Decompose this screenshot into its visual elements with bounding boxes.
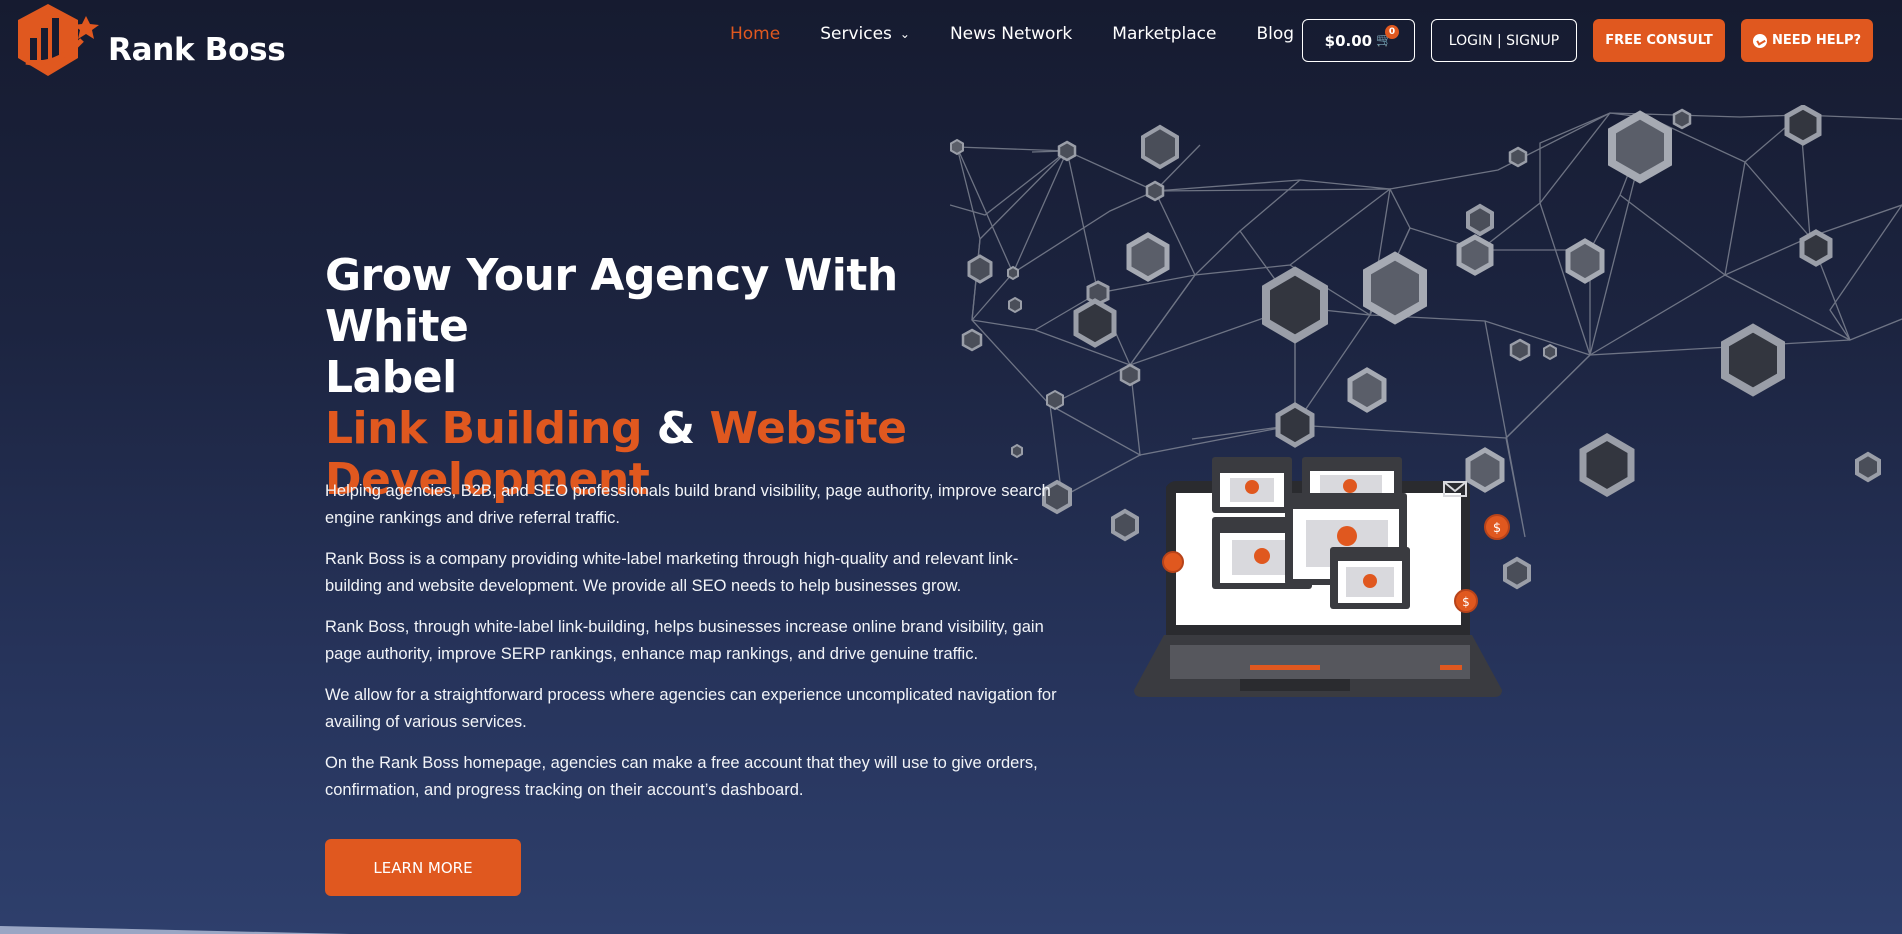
hero-title: Grow Your Agency With White Label Link B…	[325, 250, 1005, 505]
free-consult-label: FREE CONSULT	[1605, 33, 1713, 48]
hero-title-line2: Label	[325, 352, 457, 403]
chevron-down-icon: ⌄	[899, 27, 910, 41]
nav-item-label: Services	[820, 24, 892, 44]
hero-paragraph: On the Rank Boss homepage, agencies can …	[325, 754, 1038, 799]
network-illustration: $ $	[950, 105, 1902, 697]
learn-more-label: LEARN MORE	[373, 858, 473, 877]
messenger-icon	[1752, 33, 1767, 48]
login-signup-button[interactable]: LOGIN | SIGNUP	[1431, 19, 1577, 62]
rank-boss-logo-icon	[18, 4, 99, 76]
nav-item-label: News Network	[949, 24, 1073, 44]
cart-total: $0.00	[1324, 31, 1373, 50]
svg-text:$: $	[1462, 595, 1470, 609]
hero-highlight-link-building: Link Building	[325, 403, 642, 454]
nav-item-marketplace[interactable]: Marketplace	[1112, 24, 1216, 44]
nav-item-blog[interactable]: Blog	[1256, 24, 1294, 44]
main-nav: Home Services ⌄ News Network Marketplace …	[730, 24, 1334, 44]
nav-item-services[interactable]: Services ⌄	[820, 24, 910, 44]
nav-item-home[interactable]: Home	[730, 24, 780, 44]
section-divider	[0, 926, 350, 934]
nav-item-label: Home	[730, 24, 781, 44]
cart-count-badge: 0	[1385, 25, 1399, 39]
need-help-button[interactable]: NEED HELP?	[1741, 19, 1873, 62]
brand-name: Rank Boss	[108, 32, 286, 68]
nav-item-label: Marketplace	[1112, 24, 1217, 44]
site-header: Rank Boss Home Services ⌄ News Network Ma…	[0, 0, 1902, 84]
hero-paragraph: We allow for a straightforward process w…	[325, 686, 1057, 731]
laptop-email-illustration: $ $	[1134, 457, 1510, 697]
login-signup-label: LOGIN | SIGNUP	[1448, 32, 1560, 49]
hero-description: Helping agencies, B2B, and SEO professio…	[325, 478, 1065, 818]
need-help-label: NEED HELP?	[1771, 33, 1862, 48]
nav-item-label: Blog	[1256, 24, 1295, 44]
learn-more-button[interactable]: LEARN MORE	[325, 839, 521, 896]
hero-highlight-website: Website	[709, 403, 907, 454]
free-consult-button[interactable]: FREE CONSULT	[1593, 19, 1725, 62]
hero-paragraph: Helping agencies, B2B, and SEO professio…	[325, 482, 1051, 527]
cart-button[interactable]: $0.00 🛒 0	[1302, 19, 1415, 62]
nav-item-news-network[interactable]: News Network	[950, 24, 1072, 44]
hero-connector: &	[656, 403, 695, 454]
logo[interactable]: Rank Boss	[16, 2, 286, 80]
hero-paragraph: Rank Boss is a company providing white-l…	[325, 550, 1019, 595]
hero-title-line1: Grow Your Agency With White	[325, 250, 898, 352]
svg-text:$: $	[1493, 521, 1501, 536]
hero-paragraph: Rank Boss, through white-label link-buil…	[325, 618, 1044, 663]
